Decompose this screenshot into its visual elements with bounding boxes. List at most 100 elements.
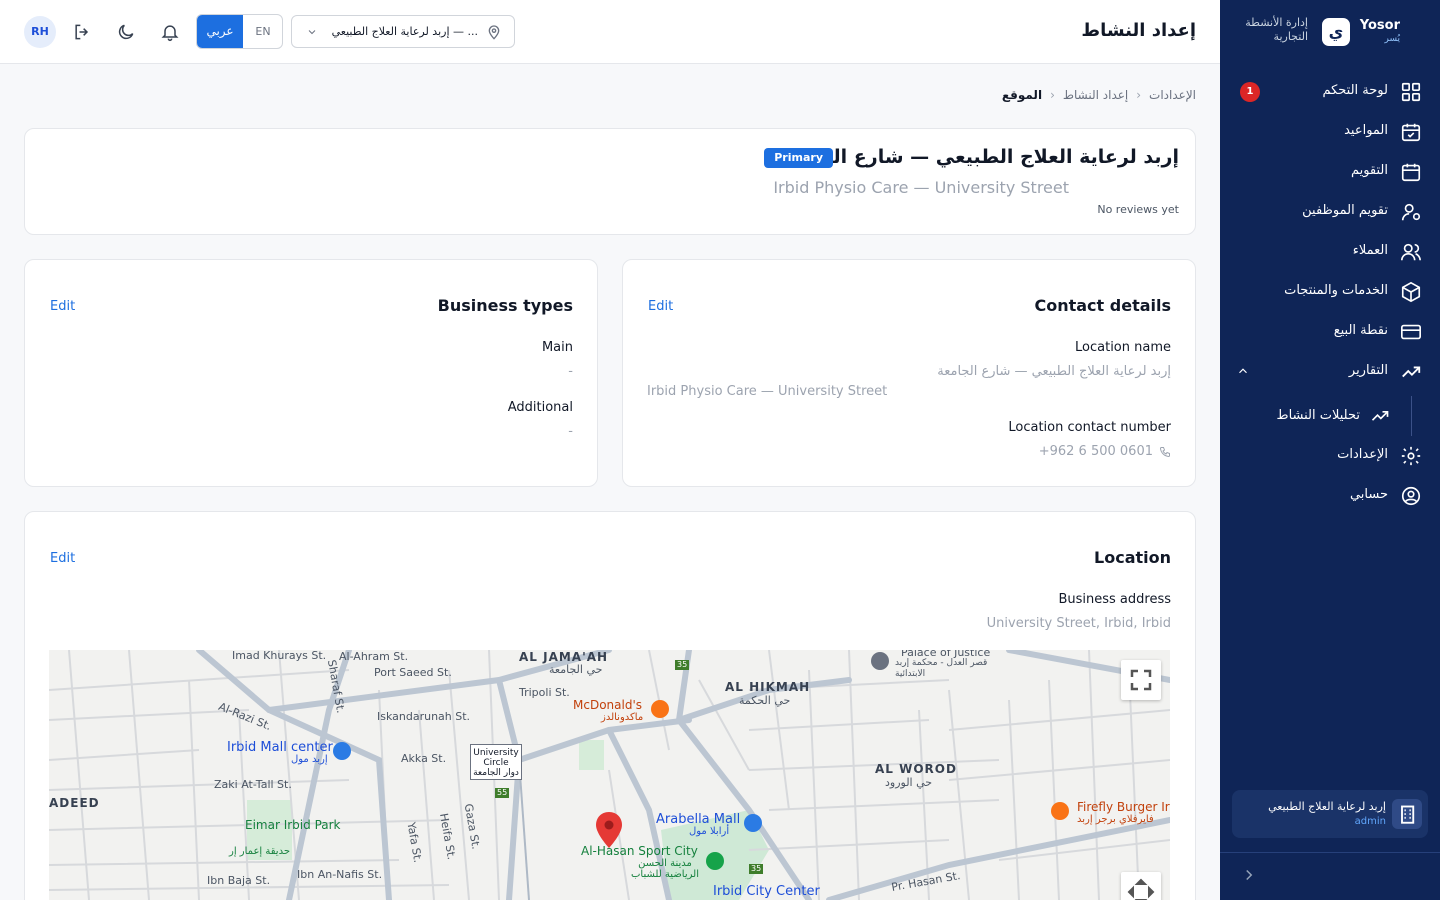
map-poi-label: إربد مول <box>291 754 328 765</box>
map-camera-control[interactable] <box>1121 872 1161 900</box>
location-header-card: إربد لرعاية العلاج الطبيعي — شارع الجامع… <box>24 128 1196 235</box>
sidebar-item-label: العملاء <box>1352 243 1388 258</box>
business-name: إربد لرعاية العلاج الطبيعي <box>1268 800 1386 813</box>
topbar: إعداد النشاط إربد لرعاية العلاج الطبيعي … <box>0 0 1220 64</box>
sidebar-item-label: نقطة البيع <box>1333 323 1388 338</box>
moon-icon[interactable] <box>116 22 136 42</box>
map-label-area: حي الحكمة <box>739 694 791 707</box>
fullscreen-icon <box>1130 669 1152 691</box>
sidebar-item-label: الخدمات والمنتجات <box>1284 283 1388 298</box>
chevron-right-icon[interactable] <box>1240 866 1258 884</box>
business-address-value: University Street, Irbid, Irbid <box>986 616 1171 631</box>
location-select[interactable]: إربد لرعاية العلاج الطبيعي — ... <box>291 15 515 48</box>
landmark-icon[interactable] <box>871 652 889 670</box>
avatar[interactable]: RH <box>24 16 56 48</box>
map-poi-label: أرابلا مول <box>689 826 730 837</box>
edit-location-button[interactable]: Edit <box>50 551 75 566</box>
sidebar-item-staff-calendar[interactable]: تقويم الموظفين <box>1220 192 1440 232</box>
business-switcher[interactable]: إربد لرعاية العلاج الطبيعي admin <box>1232 790 1428 838</box>
phone-icon <box>1159 447 1170 458</box>
brand-logo: ي <box>1322 18 1350 46</box>
map-label-area: AL WOROD <box>875 762 957 776</box>
map-label-area: حي الجامعة <box>549 663 603 676</box>
chevron-left-icon: ‹ <box>1136 88 1142 102</box>
map[interactable]: Imad Khurays St. Al-Ahram St. Port Saeed… <box>49 650 1170 900</box>
calendar-icon <box>1401 163 1421 182</box>
sidebar-item-clients[interactable]: العملاء <box>1220 232 1440 272</box>
sidebar-subitem-analytics[interactable]: تحليلات النشاط <box>1220 396 1440 436</box>
location-title-en: Irbid Physio Care — University Street <box>773 178 1069 197</box>
calendar-check-icon <box>1401 123 1421 142</box>
logout-icon[interactable] <box>72 22 92 42</box>
location-select-value: إربد لرعاية العلاج الطبيعي — ... <box>331 25 478 38</box>
brand-name: Yosor <box>1359 18 1400 33</box>
additional-type-value: - <box>568 424 573 439</box>
sidebar-item-label: التقويم <box>1350 163 1388 178</box>
shopping-icon[interactable] <box>333 742 351 760</box>
brand: ي Yosor يُسر إدارة الأنشطة التجارية <box>1220 10 1440 54</box>
additional-type-label: Additional <box>507 400 573 415</box>
map-streets <box>49 650 1170 900</box>
sidebar-item-calendar[interactable]: التقويم <box>1220 152 1440 192</box>
location-title: Location <box>1094 548 1171 567</box>
notification-badge: 1 <box>1240 82 1260 102</box>
map-poi-label: Eimar Irbid Park <box>245 818 341 832</box>
users-icon <box>1401 243 1421 261</box>
trend-up-icon <box>1402 366 1421 378</box>
contact-number-label: Location contact number <box>1008 420 1171 435</box>
breadcrumb: الإعدادات ‹ إعداد النشاط ‹ الموقع <box>1002 88 1196 102</box>
map-poi-label: قصر العدل - محكمة إربد الابتدائية <box>895 658 988 679</box>
sidebar-item-label: حسابي <box>1349 487 1388 502</box>
sidebar-item-label: التقارير <box>1348 363 1388 378</box>
park-icon[interactable] <box>706 852 724 870</box>
sidebar-item-dashboard[interactable]: لوحة التحكم 1 <box>1220 72 1440 112</box>
sidebar-item-account[interactable]: حسابي <box>1220 476 1440 516</box>
fullscreen-button[interactable] <box>1121 660 1161 700</box>
dashboard-icon <box>1401 82 1421 102</box>
brand-subtitle: إدارة الأنشطة التجارية <box>1245 16 1308 43</box>
map-pin-icon <box>488 25 500 40</box>
route-shield: 35 <box>677 660 688 669</box>
map-poi-label: مدينة الحسن الرياضية للشباب <box>631 858 699 880</box>
sidebar-item-pos[interactable]: نقطة البيع <box>1220 312 1440 352</box>
lang-english-button[interactable]: EN <box>243 15 282 48</box>
sidebar: ي Yosor يُسر إدارة الأنشطة التجارية لوحة… <box>1220 0 1440 900</box>
user-circle-icon <box>1401 486 1421 506</box>
business-types-title: Business types <box>437 296 573 315</box>
chevron-up-icon[interactable] <box>1236 364 1250 378</box>
map-poi-label: ماكدونالدز <box>601 712 644 723</box>
page-title: إعداد النشاط <box>1081 20 1196 41</box>
sidebar-item-settings[interactable]: الإعدادات <box>1220 436 1440 476</box>
map-label-street: Al-Ahram St. <box>339 650 409 663</box>
edit-contact-details-button[interactable]: Edit <box>648 299 673 314</box>
bell-icon[interactable] <box>160 22 180 42</box>
sidebar-item-appointments[interactable]: المواعيد <box>1220 112 1440 152</box>
map-poi-label: Irbid City Center <box>713 884 820 899</box>
sidebar-item-reports[interactable]: التقارير <box>1220 352 1440 396</box>
map-label-street: Tripoli St. <box>519 686 570 699</box>
restaurant-icon[interactable] <box>651 700 669 718</box>
location-pin-icon[interactable] <box>596 812 622 848</box>
breadcrumb-settings[interactable]: الإعدادات <box>1149 88 1196 102</box>
shopping-icon[interactable] <box>744 814 762 832</box>
map-poi-label: فايرفلاي برجر إربد <box>1077 814 1154 825</box>
user-gear-icon <box>1401 203 1421 221</box>
gear-icon <box>1401 446 1421 466</box>
map-label-street: Ibn An-Nafis St. <box>297 868 383 881</box>
breadcrumb-business-setup[interactable]: إعداد النشاط <box>1063 88 1128 102</box>
lang-arabic-button[interactable]: عربي <box>197 15 243 48</box>
map-poi-label: Arabella Mall <box>656 812 741 827</box>
map-poi-label: حديقة إعمار إر <box>229 846 291 857</box>
language-toggle: عربي EN <box>196 14 283 49</box>
sidebar-nav: لوحة التحكم 1 المواعيد التقويم تقويم الم… <box>1220 72 1440 516</box>
brand-arabic-name: يُسر <box>1384 34 1401 44</box>
sidebar-item-services[interactable]: الخدمات والمنتجات <box>1220 272 1440 312</box>
primary-badge: Primary <box>764 148 833 168</box>
map-landmark-label: University Circle <box>473 748 519 768</box>
map-label-street: Port Saeed St. <box>374 666 452 679</box>
restaurant-icon[interactable] <box>1051 802 1069 820</box>
sidebar-item-label: لوحة التحكم <box>1322 83 1388 98</box>
edit-business-types-button[interactable]: Edit <box>50 299 75 314</box>
map-poi-label: Irbid Mall center <box>227 740 333 755</box>
sidebar-item-label: تقويم الموظفين <box>1302 203 1388 218</box>
